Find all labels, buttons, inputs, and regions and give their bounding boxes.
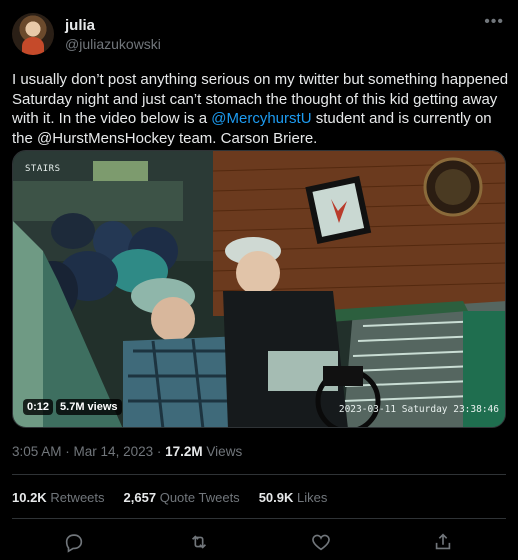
share-icon[interactable] bbox=[432, 531, 454, 553]
tweet-header: julia @juliazukowski ••• bbox=[12, 13, 506, 57]
tweet-metadata: 3:05 AM · Mar 14, 2023 · 17.2M Views bbox=[12, 444, 242, 459]
author-handle[interactable]: @juliazukowski bbox=[65, 36, 161, 52]
tweet-date[interactable]: Mar 14, 2023 bbox=[74, 444, 154, 459]
camera-label: STAIRS bbox=[25, 164, 61, 174]
action-bar bbox=[0, 527, 518, 557]
like-icon[interactable] bbox=[310, 531, 332, 553]
divider bbox=[12, 518, 506, 519]
retweets-stat[interactable]: 10.2K Retweets bbox=[12, 490, 105, 505]
retweets-count: 10.2K bbox=[12, 490, 47, 505]
view-count-badge: 5.7M views bbox=[56, 399, 122, 415]
views-label: Views bbox=[206, 444, 243, 459]
video-frame bbox=[13, 151, 505, 427]
likes-label: Likes bbox=[297, 490, 328, 505]
likes-count: 50.9K bbox=[258, 490, 294, 505]
author-name[interactable]: julia bbox=[65, 17, 95, 34]
engagement-stats: 10.2K Retweets 2,657 Quote Tweets 50.9K … bbox=[12, 490, 346, 505]
reply-icon[interactable] bbox=[63, 531, 85, 553]
quotes-label: Quote Tweets bbox=[159, 490, 240, 505]
tweet-time[interactable]: 3:05 AM bbox=[12, 444, 62, 459]
video-timestamp: 2023-03-11 Saturday 23:38:46 bbox=[338, 404, 499, 415]
quotes-stat[interactable]: 2,657 Quote Tweets bbox=[124, 490, 240, 505]
views-count: 17.2M bbox=[165, 444, 203, 459]
meta-separator: · bbox=[65, 444, 74, 459]
duration-badge: 0:12 bbox=[23, 399, 54, 415]
video-player[interactable]: STAIRS 2023-03-11 Saturday 23:38:46 0:12… bbox=[12, 150, 506, 428]
avatar[interactable] bbox=[12, 13, 54, 55]
likes-stat[interactable]: 50.9K Likes bbox=[259, 490, 328, 505]
video-badges: 0:12 5.7M views bbox=[23, 399, 122, 415]
retweet-icon[interactable] bbox=[188, 531, 210, 553]
tweet-text: I usually don’t post anything serious on… bbox=[12, 70, 510, 148]
mention-mercyhurstu-link[interactable]: @MercyhurstU bbox=[211, 110, 311, 127]
quotes-count: 2,657 bbox=[123, 490, 157, 505]
retweets-label: Retweets bbox=[50, 490, 105, 505]
meta-separator: · bbox=[156, 444, 166, 459]
divider bbox=[12, 474, 506, 475]
more-options-icon[interactable]: ••• bbox=[484, 13, 504, 31]
